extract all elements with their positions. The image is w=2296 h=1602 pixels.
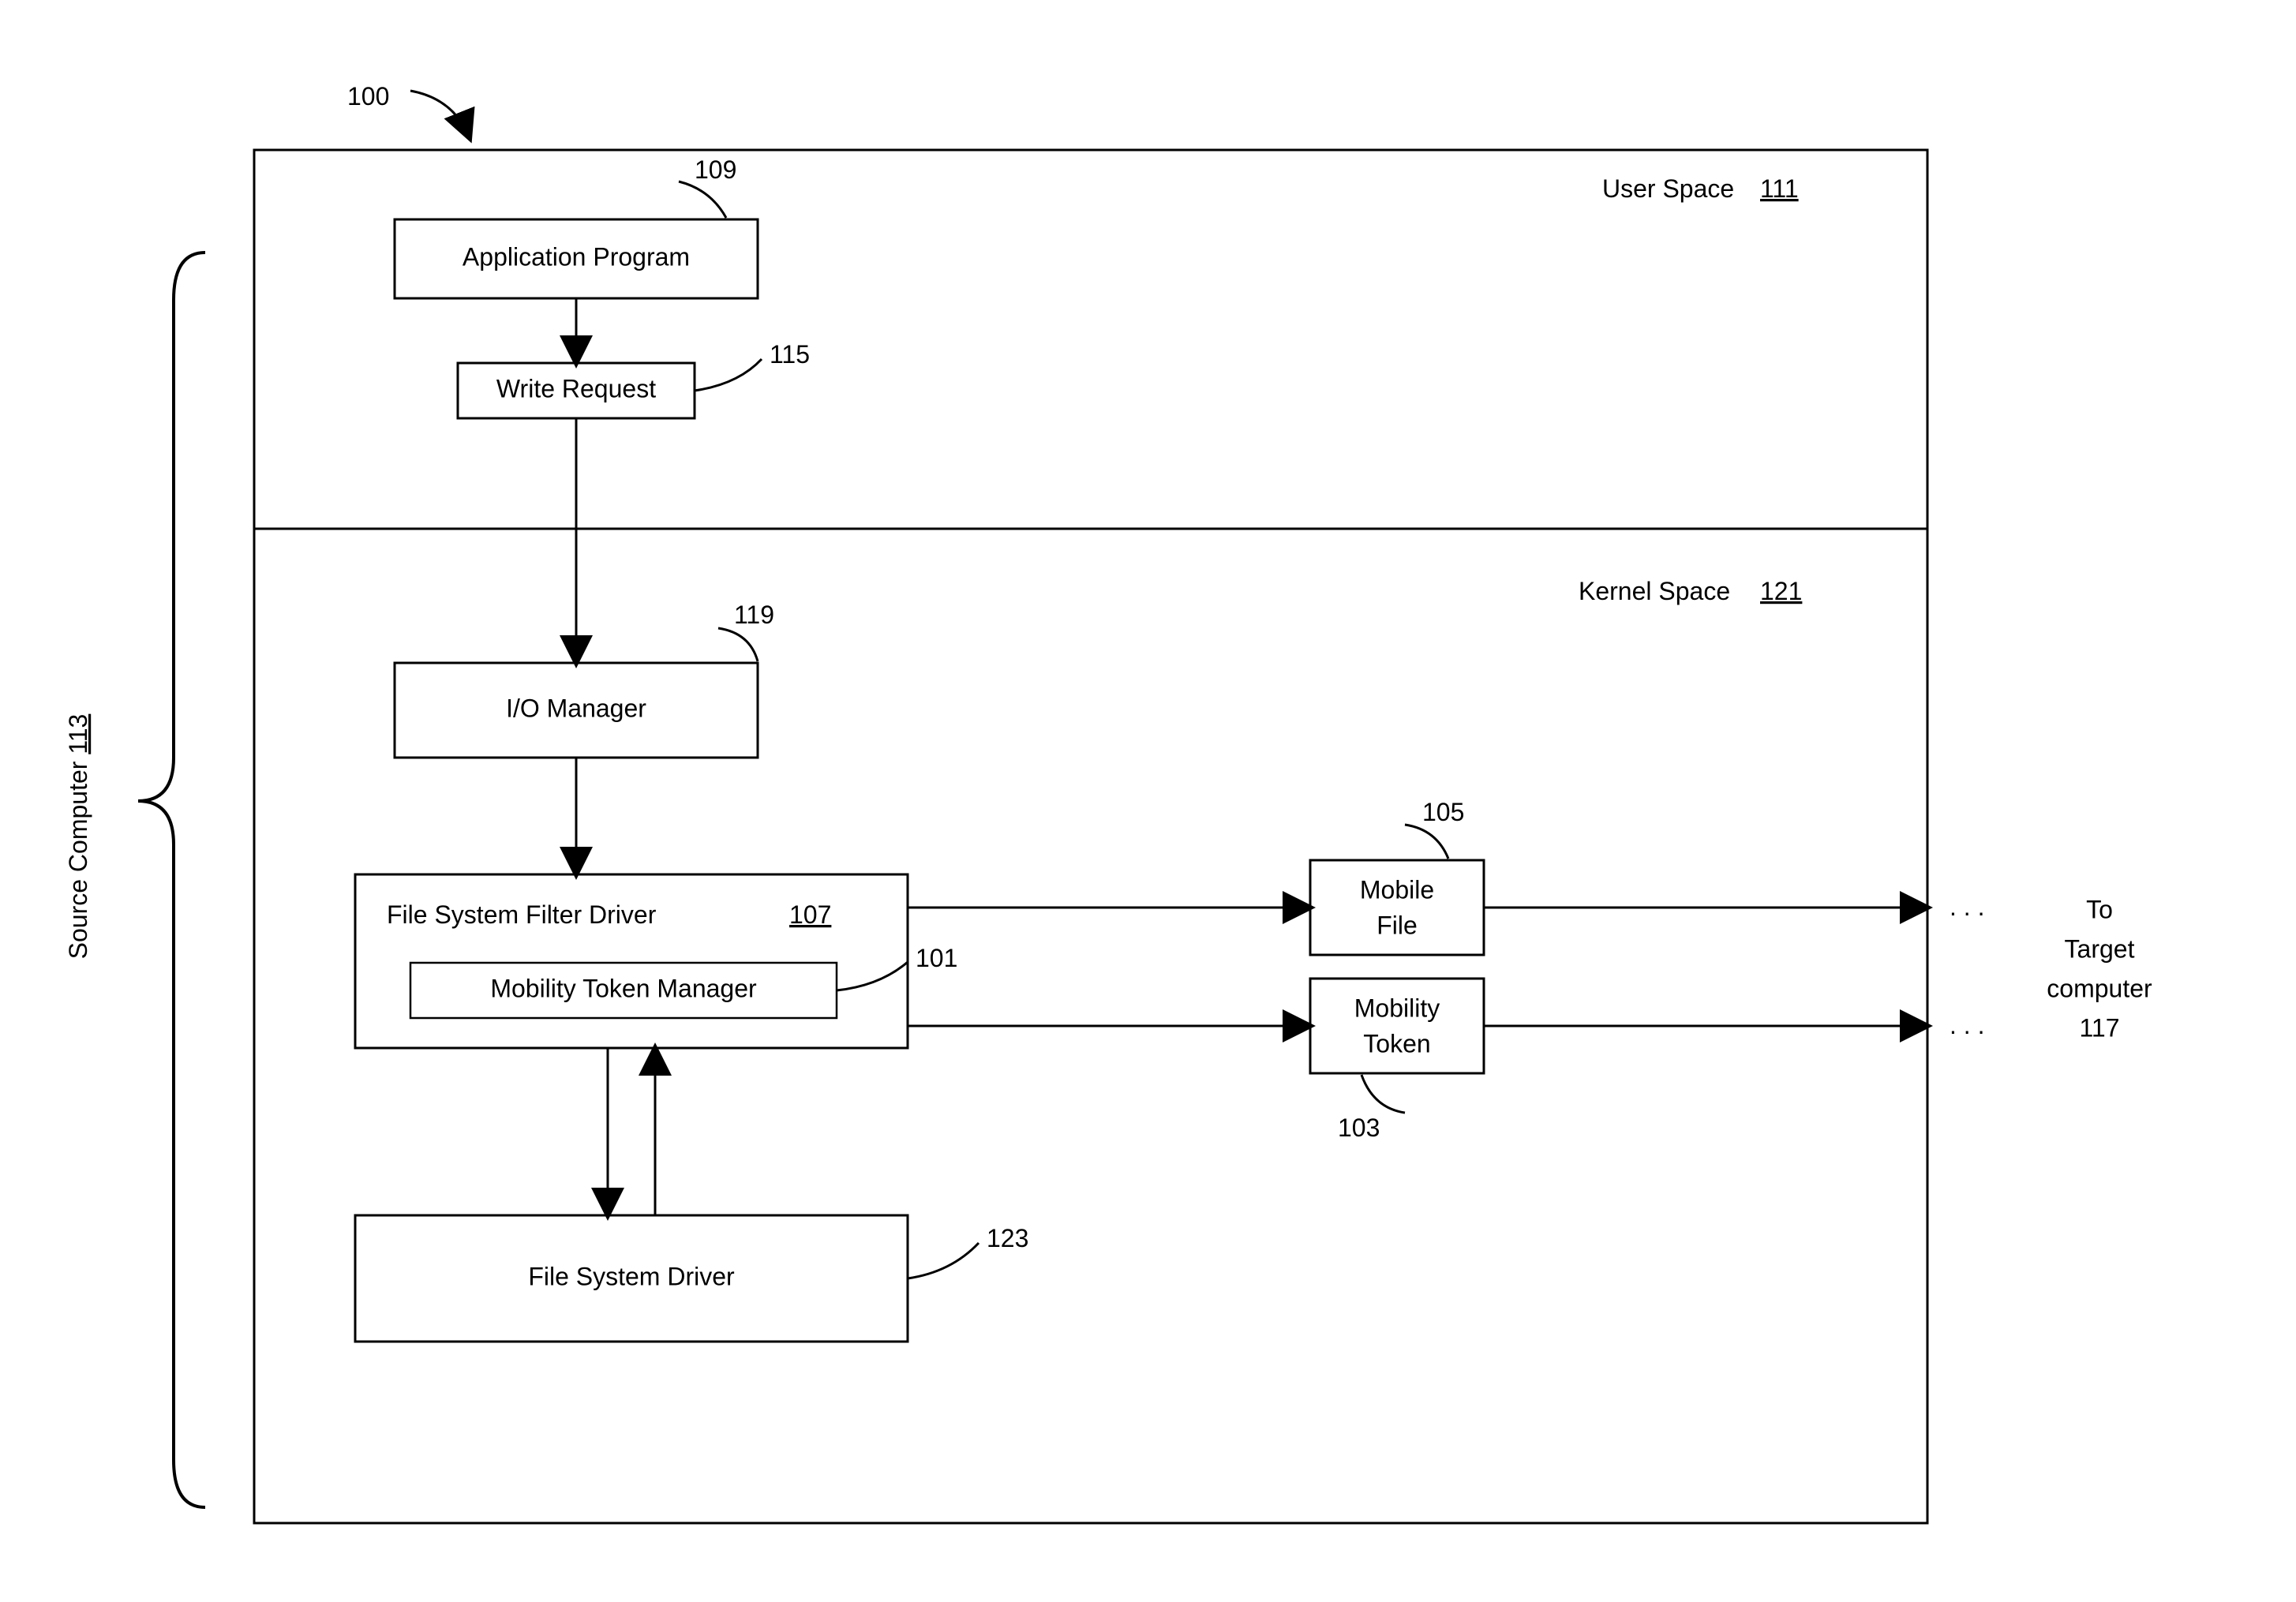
kernel-space-ref: 121 bbox=[1760, 577, 1802, 605]
mobility-token-l1: Mobility bbox=[1354, 994, 1440, 1022]
mobile-file-l2: File bbox=[1376, 911, 1418, 939]
write-request-ref: 115 bbox=[770, 340, 810, 369]
target-l3: computer bbox=[2047, 974, 2152, 1002]
figure-ref: 100 bbox=[347, 82, 389, 110]
io-manager-ref: 119 bbox=[734, 601, 774, 629]
mobile-file-box bbox=[1310, 860, 1484, 955]
fs-filter-driver-label: File System Filter Driver bbox=[387, 900, 657, 929]
write-request-label: Write Request bbox=[496, 374, 656, 402]
mobility-token-ref: 103 bbox=[1338, 1114, 1380, 1142]
mobility-token-manager-label: Mobility Token Manager bbox=[490, 974, 757, 1002]
target-ref: 117 bbox=[2079, 1013, 2119, 1042]
user-space-ref: 111 bbox=[1760, 174, 1799, 203]
mobility-token-l2: Token bbox=[1363, 1029, 1430, 1057]
source-computer-label: Source Computer 113 bbox=[64, 714, 92, 960]
mobility-token-manager-ref: 101 bbox=[916, 944, 957, 972]
app-program-ref: 109 bbox=[695, 155, 736, 184]
app-program-label: Application Program bbox=[463, 242, 690, 271]
user-space-label: User Space bbox=[1602, 174, 1734, 203]
dots-1: . . . bbox=[1950, 893, 1984, 921]
fs-driver-ref: 123 bbox=[987, 1224, 1028, 1252]
figure-ref-arrow bbox=[410, 91, 470, 138]
dots-2: . . . bbox=[1950, 1011, 1984, 1039]
target-l2: Target bbox=[2065, 934, 2135, 963]
fs-driver-label: File System Driver bbox=[528, 1262, 735, 1290]
diagram-root: 100 User Space 111 Kernel Space 121 Appl… bbox=[0, 0, 2296, 1602]
brace-icon bbox=[138, 253, 205, 1507]
mobile-file-l1: Mobile bbox=[1360, 875, 1434, 904]
kernel-space-label: Kernel Space bbox=[1579, 577, 1730, 605]
fs-filter-driver-ref: 107 bbox=[789, 900, 831, 929]
io-manager-label: I/O Manager bbox=[506, 694, 646, 722]
diagram-svg: 100 User Space 111 Kernel Space 121 Appl… bbox=[0, 0, 2296, 1602]
mobile-file-ref: 105 bbox=[1422, 798, 1464, 826]
mobility-token-box bbox=[1310, 979, 1484, 1073]
target-l1: To bbox=[2086, 895, 2113, 923]
